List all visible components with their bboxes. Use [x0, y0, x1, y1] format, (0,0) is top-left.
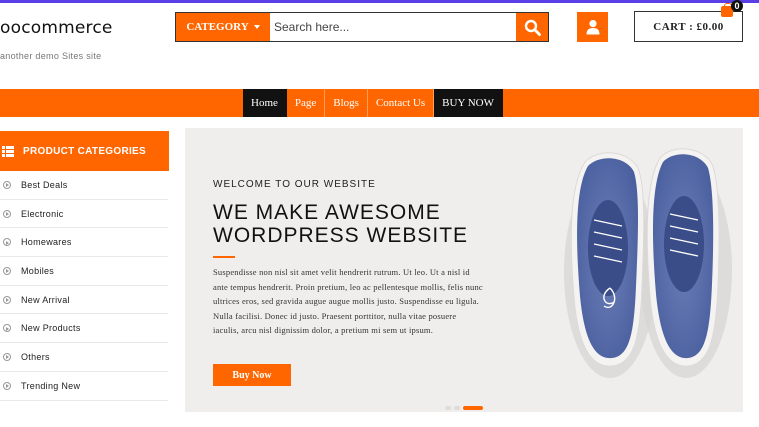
- hero-body-text: Suspendisse non nisl sit amet velit hend…: [213, 267, 483, 336]
- category-item-trending-new[interactable]: Trending New: [0, 372, 168, 401]
- circle-arrow-icon: [3, 209, 11, 218]
- category-label: Electronic: [21, 208, 64, 219]
- category-item-others[interactable]: Others: [0, 343, 168, 372]
- category-label: Homewares: [21, 237, 72, 248]
- slider-dot[interactable]: [454, 406, 460, 410]
- category-item-best-deals[interactable]: Best Deals: [0, 171, 168, 200]
- category-label: New Arrival: [21, 294, 70, 305]
- top-accent-line: [0, 0, 759, 3]
- category-item-mobiles[interactable]: Mobiles: [0, 257, 168, 286]
- category-item-new-products[interactable]: New Products: [0, 314, 168, 344]
- slider-dot[interactable]: [445, 406, 451, 410]
- search-bar: CATEGORY: [175, 12, 549, 42]
- circle-arrow-icon: [3, 238, 11, 247]
- search-input[interactable]: [270, 13, 516, 41]
- category-item-electronic[interactable]: Electronic: [0, 200, 168, 229]
- product-categories-title: PRODUCT CATEGORIES: [23, 145, 146, 157]
- circle-arrow-icon: [3, 180, 11, 189]
- buy-now-button[interactable]: Buy Now: [213, 364, 291, 386]
- nav-buy-now[interactable]: BUY NOW: [434, 89, 504, 117]
- search-icon: [524, 19, 541, 36]
- category-label: Others: [21, 351, 50, 362]
- circle-arrow-icon: [3, 324, 11, 333]
- category-label: Best Deals: [21, 179, 68, 190]
- slider-pagination: [445, 406, 483, 410]
- circle-arrow-icon: [3, 381, 11, 390]
- site-brand[interactable]: oocommerce: [0, 18, 113, 38]
- nav-page[interactable]: Page: [287, 89, 326, 117]
- cart-total: CART : £0.00: [653, 20, 724, 33]
- category-dropdown-label: CATEGORY: [186, 21, 249, 33]
- site-tagline: another demo Sites site: [0, 51, 102, 61]
- circle-arrow-icon: [3, 266, 11, 275]
- category-item-homewares[interactable]: Homewares: [0, 228, 168, 258]
- slider-dot-active[interactable]: [463, 406, 483, 410]
- account-button[interactable]: [577, 12, 608, 42]
- list-icon: [2, 145, 14, 157]
- main-nav: Home Page Blogs Contact Us BUY NOW: [243, 89, 504, 117]
- category-label: Trending New: [21, 380, 81, 391]
- nav-contact-us[interactable]: Contact Us: [368, 89, 435, 117]
- circle-arrow-icon: [3, 295, 11, 304]
- search-button[interactable]: [516, 13, 548, 41]
- product-categories-panel: PRODUCT CATEGORIES Best Deals Electronic…: [0, 131, 169, 401]
- circle-arrow-icon: [3, 352, 11, 361]
- hero-kicker: WELCOME TO OUR WEBSITE: [213, 179, 376, 190]
- category-label: New Products: [21, 323, 81, 334]
- category-label: Mobiles: [21, 265, 55, 276]
- sneakers-image: [564, 148, 732, 378]
- nav-blogs[interactable]: Blogs: [325, 89, 368, 117]
- category-item-new-arrival[interactable]: New Arrival: [0, 286, 168, 315]
- hero-slider: WELCOME TO OUR WEBSITE WE MAKE AWESOME W…: [185, 128, 743, 412]
- hero-divider: [213, 256, 235, 258]
- chevron-down-icon: [253, 25, 260, 29]
- product-categories-header: PRODUCT CATEGORIES: [0, 131, 169, 171]
- cart-count-badge: 0: [731, 0, 743, 12]
- user-icon: [586, 20, 599, 35]
- category-dropdown-button[interactable]: CATEGORY: [176, 13, 270, 41]
- hero-title: WE MAKE AWESOME WORDPRESS WEBSITE: [213, 201, 469, 247]
- nav-home[interactable]: Home: [243, 89, 287, 117]
